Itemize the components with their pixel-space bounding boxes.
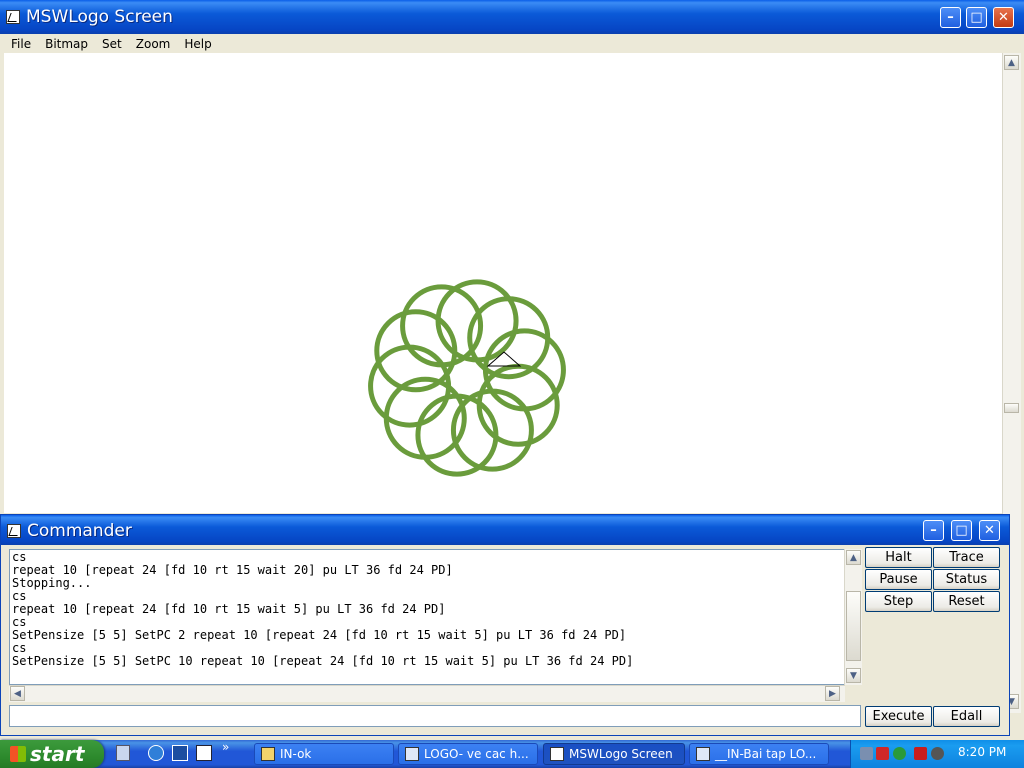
taskbar-item-label: LOGO- ve cac h...: [424, 747, 529, 761]
start-button[interactable]: start: [0, 740, 104, 768]
network-icon[interactable]: [860, 747, 873, 760]
history-line[interactable]: SetPensize [5 5] SetPC 10 repeat 10 [rep…: [12, 655, 844, 668]
clock[interactable]: 8:20 PM: [958, 745, 1006, 759]
commander-maximize-button[interactable]: □: [951, 520, 972, 541]
close-button[interactable]: ✕: [993, 7, 1014, 28]
arrow-left-icon: ◀: [14, 688, 21, 699]
history-scroll-up-button[interactable]: ▲: [846, 550, 861, 565]
execute-button[interactable]: Execute: [865, 706, 932, 727]
maximize-icon: □: [970, 10, 983, 25]
commander-app-icon: [7, 524, 21, 538]
logo-app-icon: [6, 10, 20, 24]
taskbar-item-label: __IN-Bai tap LO...: [715, 747, 817, 761]
drawn-circle: [400, 284, 484, 368]
main-title-bar[interactable]: MSWLogo Screen – □ ✕: [0, 0, 1024, 34]
commander-window: Commander – □ ✕ cs repeat 10 [repeat 24 […: [0, 514, 1010, 736]
arrow-up-icon: ▲: [1008, 57, 1015, 68]
menu-zoom[interactable]: Zoom: [136, 37, 171, 51]
edall-button[interactable]: Edall: [933, 706, 1000, 727]
turtle-drawing: [368, 279, 566, 477]
taskbar-item-in-ok[interactable]: IN-ok: [254, 743, 394, 765]
drawn-circle: [450, 388, 534, 472]
commander-minimize-button[interactable]: –: [923, 520, 944, 541]
history-line[interactable]: repeat 10 [repeat 24 [fd 10 rt 15 wait 5…: [12, 603, 844, 616]
history-vertical-scrollbar[interactable]: ▲ ▼: [844, 549, 862, 685]
scroll-thumb[interactable]: [1004, 403, 1019, 413]
pause-button[interactable]: Pause: [865, 569, 932, 590]
status-button[interactable]: Status: [933, 569, 1000, 590]
document-icon: [405, 747, 419, 761]
taskbar-item-label: IN-ok: [280, 747, 312, 761]
step-button[interactable]: Step: [865, 591, 932, 612]
maximize-icon: □: [955, 523, 968, 538]
drawn-circle: [435, 279, 519, 363]
history-line[interactable]: Stopping...: [12, 577, 844, 590]
arrow-up-icon: ▲: [850, 552, 857, 563]
command-input[interactable]: [9, 705, 861, 727]
taskbar-item-mswlogo-screen[interactable]: MSWLogo Screen: [543, 743, 685, 765]
drawing-canvas[interactable]: [4, 53, 1002, 513]
trace-button[interactable]: Trace: [933, 547, 1000, 568]
history-scroll-down-button[interactable]: ▼: [846, 668, 861, 683]
commander-title: Commander: [27, 521, 132, 541]
history-line[interactable]: repeat 10 [repeat 24 [fd 10 rt 15 wait 2…: [12, 564, 844, 577]
quick-launch-window-icon[interactable]: [196, 745, 212, 761]
quick-launch-chevron-icon[interactable]: »: [222, 740, 229, 754]
maximize-button[interactable]: □: [966, 7, 987, 28]
command-history-lines: cs repeat 10 [repeat 24 [fd 10 rt 15 wait…: [10, 550, 844, 668]
close-icon: ✕: [984, 523, 995, 538]
windows-logo-icon: [10, 746, 26, 762]
menu-help[interactable]: Help: [184, 37, 211, 51]
minimize-icon: –: [930, 523, 937, 538]
history-scroll-right-button[interactable]: ▶: [825, 686, 840, 701]
shield-icon[interactable]: [876, 747, 889, 760]
volume-icon[interactable]: [931, 747, 944, 760]
globe-icon[interactable]: [893, 747, 906, 760]
history-scroll-thumb[interactable]: [846, 591, 861, 661]
menu-bar: File Bitmap Set Zoom Help: [11, 37, 226, 51]
drawn-circle: [415, 393, 499, 477]
quick-launch-word-icon[interactable]: [172, 745, 188, 761]
taskbar-item-bai-tap[interactable]: __IN-Bai tap LO...: [689, 743, 829, 765]
history-line[interactable]: SetPensize [5 5] SetPC 2 repeat 10 [repe…: [12, 629, 844, 642]
scroll-up-button[interactable]: ▲: [1004, 55, 1019, 70]
taskbar-item-label: MSWLogo Screen: [569, 747, 673, 761]
reset-button[interactable]: Reset: [933, 591, 1000, 612]
command-history-list[interactable]: cs repeat 10 [repeat 24 [fd 10 rt 15 wait…: [9, 549, 845, 685]
start-label: start: [30, 742, 85, 766]
arrow-down-icon: ▼: [850, 670, 857, 681]
commander-close-button[interactable]: ✕: [979, 520, 1000, 541]
quick-launch-desktop-icon[interactable]: [116, 745, 130, 761]
taskbar-item-logo-doc[interactable]: LOGO- ve cac h...: [398, 743, 538, 765]
minimize-button[interactable]: –: [940, 7, 961, 28]
history-horizontal-scrollbar[interactable]: ◀ ▶: [9, 685, 845, 702]
logo-app-icon: [550, 747, 564, 761]
menu-set[interactable]: Set: [102, 37, 122, 51]
commander-title-bar[interactable]: Commander – □ ✕: [1, 515, 1009, 545]
folder-icon: [261, 747, 275, 761]
halt-button[interactable]: Halt: [865, 547, 932, 568]
quick-launch-browser-icon[interactable]: [148, 745, 164, 761]
menu-bitmap[interactable]: Bitmap: [45, 37, 88, 51]
main-window-title: MSWLogo Screen: [26, 7, 173, 27]
history-scroll-left-button[interactable]: ◀: [10, 686, 25, 701]
menu-file[interactable]: File: [11, 37, 31, 51]
close-icon: ✕: [998, 10, 1009, 25]
antivirus-icon[interactable]: [914, 747, 927, 760]
minimize-icon: –: [947, 10, 954, 25]
word-document-icon: [696, 747, 710, 761]
arrow-right-icon: ▶: [829, 688, 836, 699]
